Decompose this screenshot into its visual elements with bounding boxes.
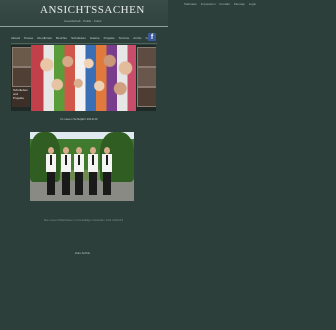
top-link-login[interactable]: Login — [249, 2, 256, 6]
slideshow-thumbnail[interactable] — [137, 67, 156, 87]
photo-person — [46, 147, 56, 195]
nav-item-berichte[interactable]: Berichte — [56, 36, 67, 40]
nav-item-galerie[interactable]: Galerie — [90, 36, 100, 40]
main-navigation: Aktuell Presse Rundbriefe Berichte Schul… — [11, 34, 156, 42]
slideshow-thumbnail[interactable] — [12, 67, 32, 87]
site-logo[interactable]: AnSichtsSachen — [40, 4, 145, 16]
photo-person — [102, 147, 112, 195]
slideshow[interactable]: Schulleben und Projekte — [11, 45, 156, 111]
facebook-icon[interactable]: f — [148, 33, 156, 41]
header-divider — [0, 26, 168, 27]
slideshow-thumbnail[interactable] — [137, 87, 156, 107]
slideshow-caption: Im neuen Schuljahr 2012/13 — [60, 117, 98, 121]
nav-divider — [11, 43, 157, 44]
nav-item-archiv[interactable]: Archiv — [133, 36, 141, 40]
photo-person — [61, 147, 71, 195]
photo-caption: Die neuen Mitarbeiter im Freiwilligen So… — [44, 218, 124, 222]
top-link-startseite[interactable]: Startseite — [184, 2, 197, 6]
group-photo — [30, 132, 134, 201]
archive-link[interactable]: Zum Archiv — [75, 251, 90, 255]
slideshow-main-image[interactable] — [31, 45, 136, 111]
nav-item-projekte[interactable]: Projekte — [104, 36, 115, 40]
nav-item-presse[interactable]: Presse — [24, 36, 33, 40]
nav-item-aktuell[interactable]: Aktuell — [11, 36, 20, 40]
nav-item-rundbriefe[interactable]: Rundbriefe — [37, 36, 52, 40]
top-link-kontakt[interactable]: Kontakt — [220, 2, 230, 6]
nav-item-schulleben[interactable]: Schulleben — [71, 36, 86, 40]
photo-person — [74, 147, 84, 195]
top-link-sitemap[interactable]: Sitemap — [234, 2, 245, 6]
photo-person — [88, 147, 98, 195]
nav-item-termine[interactable]: Termine — [119, 36, 130, 40]
site-tagline: Gesellschaft · Politik · Kultur — [64, 19, 102, 23]
slideshow-thumbnail[interactable] — [12, 47, 32, 67]
top-links: Startseite Impressum Kontakt Sitemap Log… — [184, 2, 256, 6]
top-link-impressum[interactable]: Impressum — [201, 2, 216, 6]
slideshow-thumbnail[interactable] — [137, 47, 156, 67]
slideshow-thumbnail-caption[interactable]: Schulleben und Projekte — [12, 87, 30, 107]
